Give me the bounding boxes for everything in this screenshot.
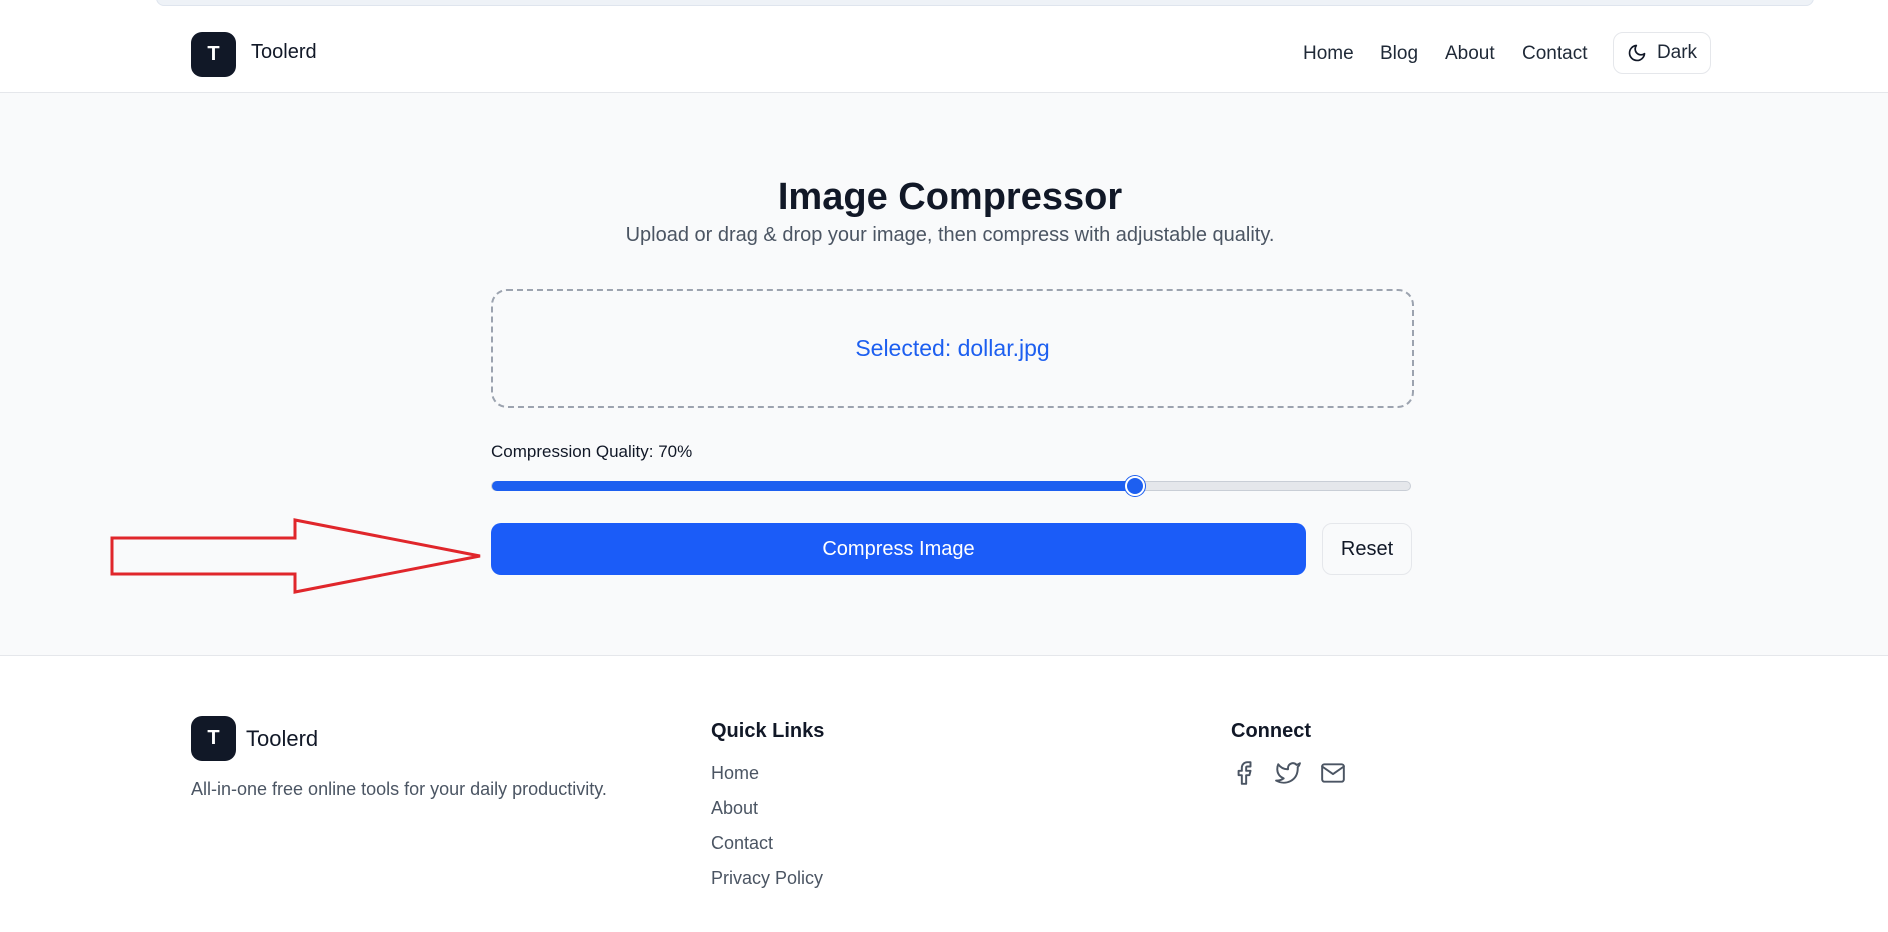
footer-link-home[interactable]: Home xyxy=(711,763,759,784)
connect-heading: Connect xyxy=(1231,720,1311,742)
nav-about-link[interactable]: About xyxy=(1445,43,1495,65)
compression-quality-slider[interactable] xyxy=(491,476,1411,496)
mail-icon[interactable] xyxy=(1320,760,1346,786)
annotation-arrow-icon xyxy=(110,518,481,594)
twitter-icon[interactable] xyxy=(1275,760,1301,786)
compress-image-button[interactable]: Compress Image xyxy=(491,523,1306,575)
dark-mode-label: Dark xyxy=(1656,42,1698,63)
address-bar-edge xyxy=(156,0,1814,6)
footer-link-privacy-policy[interactable]: Privacy Policy xyxy=(711,868,823,889)
slider-thumb[interactable] xyxy=(1124,476,1145,496)
facebook-icon[interactable] xyxy=(1231,760,1257,786)
footer-link-about[interactable]: About xyxy=(711,798,758,819)
nav-blog-link[interactable]: Blog xyxy=(1380,43,1418,65)
footer-link-contact[interactable]: Contact xyxy=(711,833,773,854)
nav-contact-link[interactable]: Contact xyxy=(1522,43,1587,65)
page-subtitle: Upload or drag & drop your image, then c… xyxy=(625,224,1275,246)
site-header: T Toolerd Home Blog About Contact Dark xyxy=(0,12,1888,93)
footer-brand-name[interactable]: Toolerd xyxy=(246,726,318,752)
nav-home-link[interactable]: Home xyxy=(1303,43,1354,65)
main-content: Image Compressor Upload or drag & drop y… xyxy=(0,93,1888,656)
site-footer: T Toolerd All-in-one free online tools f… xyxy=(0,656,1888,932)
image-dropzone[interactable]: Selected: dollar.jpg xyxy=(491,289,1414,408)
brand-name[interactable]: Toolerd xyxy=(251,41,317,64)
quick-links-heading: Quick Links xyxy=(711,720,825,742)
selected-file-text: Selected: dollar.jpg xyxy=(855,335,1050,361)
reset-button[interactable]: Reset xyxy=(1322,523,1412,575)
page-title: Image Compressor xyxy=(777,176,1123,218)
footer-logo-icon[interactable]: T xyxy=(191,716,236,761)
footer-tagline: All-in-one free online tools for your da… xyxy=(191,779,607,799)
logo-icon[interactable]: T xyxy=(191,32,236,77)
dark-mode-toggle-button[interactable]: Dark xyxy=(1613,32,1711,74)
moon-icon xyxy=(1628,44,1646,62)
slider-fill xyxy=(492,481,1135,491)
compression-quality-label: Compression Quality: 70% xyxy=(491,442,693,461)
